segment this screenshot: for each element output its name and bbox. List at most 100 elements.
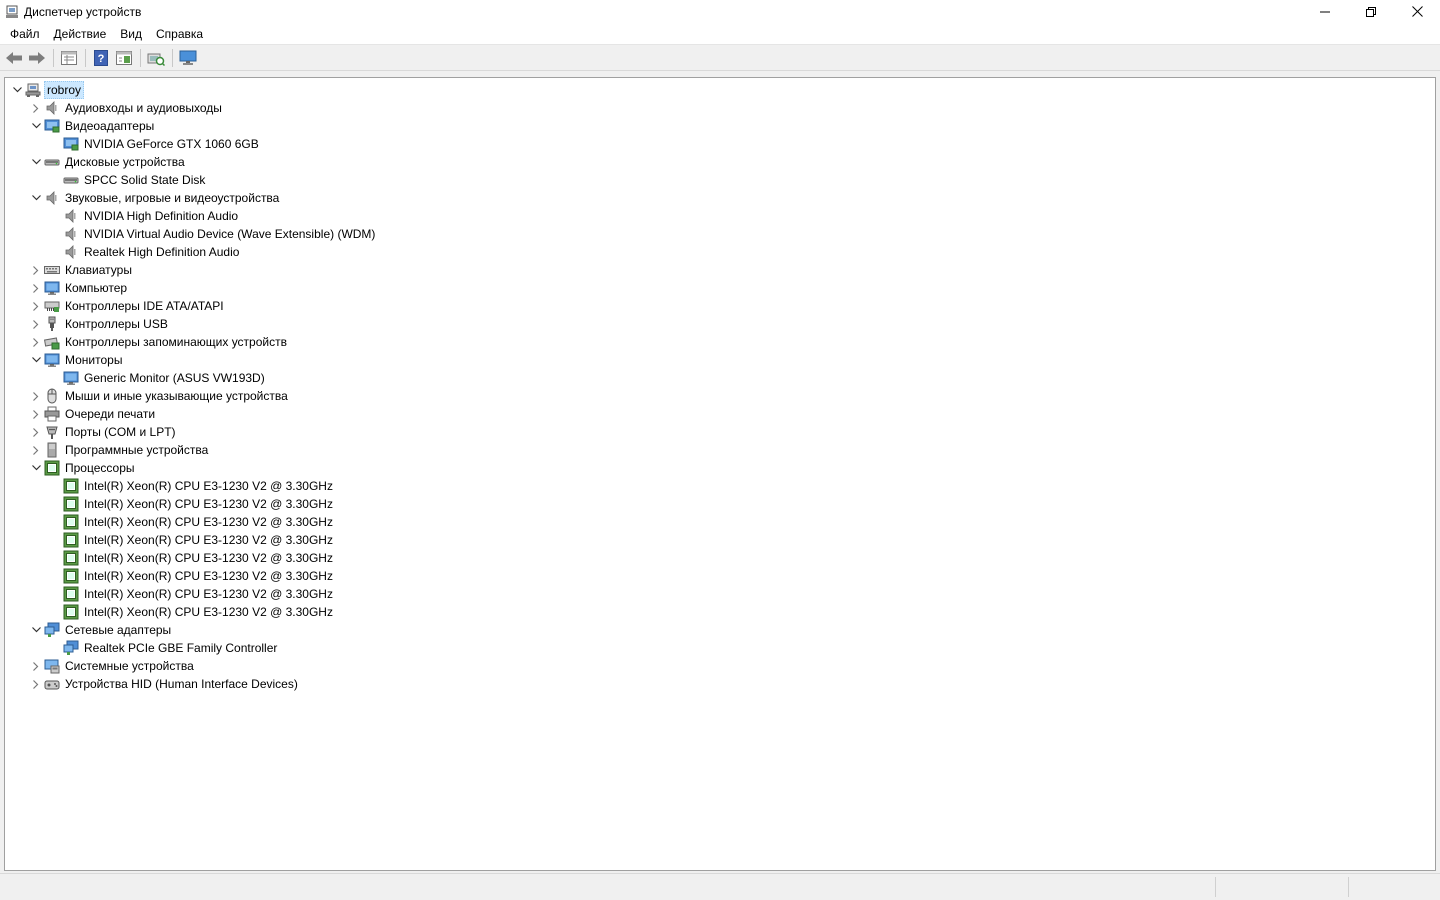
expand-chevron-icon[interactable]: [28, 297, 44, 315]
tree-device[interactable]: Intel(R) Xeon(R) CPU E3-1230 V2 @ 3.30GH…: [5, 567, 377, 585]
tree-category[interactable]: Контроллеры IDE ATA/ATAPI: [5, 297, 377, 315]
hid-device-icon: [44, 676, 60, 692]
tree-category[interactable]: Программные устройства: [5, 441, 377, 459]
expand-chevron-icon[interactable]: [28, 423, 44, 441]
network-adapter-icon: [44, 622, 60, 638]
tree-device[interactable]: NVIDIA Virtual Audio Device (Wave Extens…: [5, 225, 377, 243]
tree-category[interactable]: Процессоры: [5, 459, 377, 477]
tree-device[interactable]: Realtek High Definition Audio: [5, 243, 377, 261]
tree-item-label: Системные устройства: [65, 659, 194, 673]
processor-icon: [63, 478, 79, 494]
back-button[interactable]: [3, 47, 25, 69]
collapse-chevron-icon[interactable]: [28, 459, 44, 477]
tree-category[interactable]: Очереди печати: [5, 405, 377, 423]
view-button[interactable]: [113, 47, 135, 69]
tree-item-label: Программные устройства: [65, 443, 209, 457]
close-icon: [1411, 6, 1423, 17]
tree-category[interactable]: Аудиовходы и аудиовыходы: [5, 99, 377, 117]
tree-category[interactable]: Контроллеры запоминающих устройств: [5, 333, 377, 351]
toolbar-separator: [172, 49, 173, 67]
display-adapter-icon: [63, 136, 79, 152]
tree-category[interactable]: Системные устройства: [5, 657, 377, 675]
properties-button[interactable]: [58, 47, 80, 69]
tree-category[interactable]: Порты (COM и LPT): [5, 423, 377, 441]
title-bar: Диспетчер устройств: [0, 0, 1440, 23]
tree-category[interactable]: Сетевые адаптеры: [5, 621, 377, 639]
expand-chevron-icon[interactable]: [28, 387, 44, 405]
tree-item-label: Мыши и иные указывающие устройства: [65, 389, 288, 403]
tree-device[interactable]: Intel(R) Xeon(R) CPU E3-1230 V2 @ 3.30GH…: [5, 549, 377, 567]
collapse-chevron-icon[interactable]: [28, 351, 44, 369]
tree-device[interactable]: NVIDIA High Definition Audio: [5, 207, 377, 225]
tree-category[interactable]: Звуковые, игровые и видеоустройства: [5, 189, 377, 207]
monitor-icon: [63, 370, 79, 386]
menu-file[interactable]: Файл: [3, 24, 47, 44]
collapse-chevron-icon[interactable]: [9, 81, 25, 99]
collapse-chevron-icon[interactable]: [28, 153, 44, 171]
tree-category[interactable]: Компьютер: [5, 279, 377, 297]
collapse-chevron-icon[interactable]: [28, 189, 44, 207]
menu-help[interactable]: Справка: [149, 24, 210, 44]
processor-icon: [63, 604, 79, 620]
close-button[interactable]: [1394, 0, 1440, 23]
tree-device[interactable]: SPCC Solid State Disk: [5, 171, 377, 189]
tree-device[interactable]: Realtek PCIe GBE Family Controller: [5, 639, 377, 657]
expand-chevron-icon[interactable]: [28, 99, 44, 117]
expand-chevron-icon[interactable]: [28, 441, 44, 459]
usb-icon: [44, 316, 60, 332]
expand-chevron-icon[interactable]: [28, 675, 44, 693]
tree-device[interactable]: Intel(R) Xeon(R) CPU E3-1230 V2 @ 3.30GH…: [5, 513, 377, 531]
tree-device[interactable]: Intel(R) Xeon(R) CPU E3-1230 V2 @ 3.30GH…: [5, 477, 377, 495]
system-device-icon: [44, 658, 60, 674]
monitor-button[interactable]: [177, 47, 199, 69]
tree-category[interactable]: Устройства HID (Human Interface Devices): [5, 675, 377, 693]
scan-hardware-button[interactable]: [145, 47, 167, 69]
tree-category[interactable]: Клавиатуры: [5, 261, 377, 279]
expand-chevron-icon[interactable]: [28, 279, 44, 297]
expand-chevron-icon[interactable]: [28, 657, 44, 675]
help-button[interactable]: ?: [90, 47, 112, 69]
collapse-chevron-icon[interactable]: [28, 621, 44, 639]
tree-item-label: Intel(R) Xeon(R) CPU E3-1230 V2 @ 3.30GH…: [84, 479, 333, 493]
menu-view[interactable]: Вид: [113, 24, 149, 44]
tree-category[interactable]: Видеоадаптеры: [5, 117, 377, 135]
expand-chevron-icon[interactable]: [28, 405, 44, 423]
expand-chevron-icon[interactable]: [28, 261, 44, 279]
tree-root[interactable]: robroy: [5, 81, 377, 99]
tree-category[interactable]: Контроллеры USB: [5, 315, 377, 333]
tree-device[interactable]: Intel(R) Xeon(R) CPU E3-1230 V2 @ 3.30GH…: [5, 531, 377, 549]
tree-item-label: Процессоры: [65, 461, 135, 475]
keyboard-icon: [44, 262, 60, 278]
display-adapter-icon: [44, 118, 60, 134]
expand-chevron-icon[interactable]: [28, 333, 44, 351]
speaker-icon: [63, 226, 79, 242]
restore-button[interactable]: [1348, 0, 1394, 23]
tree-device[interactable]: Intel(R) Xeon(R) CPU E3-1230 V2 @ 3.30GH…: [5, 585, 377, 603]
tree-category[interactable]: Дисковые устройства: [5, 153, 377, 171]
tree-item-label: Intel(R) Xeon(R) CPU E3-1230 V2 @ 3.30GH…: [84, 605, 333, 619]
tree-device[interactable]: NVIDIA GeForce GTX 1060 6GB: [5, 135, 377, 153]
tree-device[interactable]: Intel(R) Xeon(R) CPU E3-1230 V2 @ 3.30GH…: [5, 603, 377, 621]
tree-device[interactable]: Generic Monitor (ASUS VW193D): [5, 369, 377, 387]
status-separator: [1215, 877, 1216, 897]
processor-icon: [63, 532, 79, 548]
expand-chevron-icon[interactable]: [28, 315, 44, 333]
tree-item-label: NVIDIA GeForce GTX 1060 6GB: [84, 137, 259, 151]
collapse-chevron-icon[interactable]: [28, 117, 44, 135]
minimize-button[interactable]: [1302, 0, 1348, 23]
tree-category[interactable]: Мониторы: [5, 351, 377, 369]
device-tree-pane[interactable]: robroy Аудиовходы и аудиовыходы Видеоадап…: [4, 77, 1436, 871]
tree-category[interactable]: Мыши и иные указывающие устройства: [5, 387, 377, 405]
tree-item-label: NVIDIA High Definition Audio: [84, 209, 239, 223]
tree-item-label: Аудиовходы и аудиовыходы: [65, 101, 222, 115]
menu-action[interactable]: Действие: [47, 24, 114, 44]
forward-button[interactable]: [26, 47, 48, 69]
tree-item-label: SPCC Solid State Disk: [84, 173, 206, 187]
tree-device[interactable]: Intel(R) Xeon(R) CPU E3-1230 V2 @ 3.30GH…: [5, 495, 377, 513]
tree-item-label: Очереди печати: [65, 407, 156, 421]
tree-item-label: Intel(R) Xeon(R) CPU E3-1230 V2 @ 3.30GH…: [84, 569, 333, 583]
